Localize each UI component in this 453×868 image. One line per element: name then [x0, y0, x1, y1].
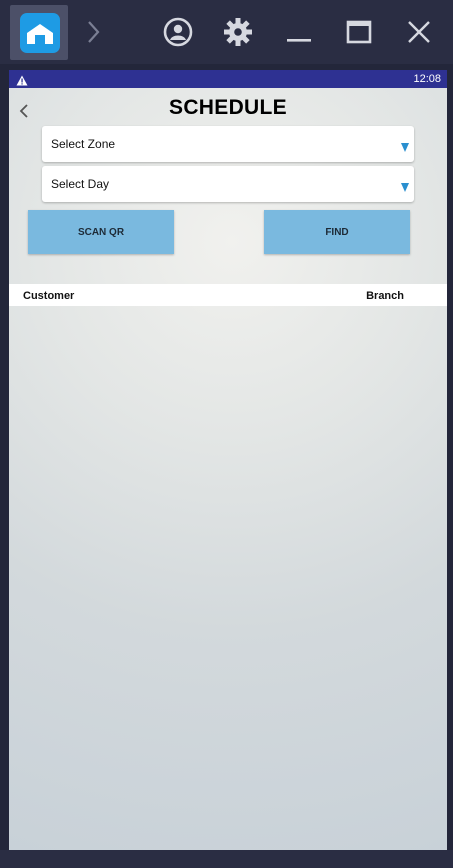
home-icon[interactable]: [20, 13, 60, 53]
dropdown-caret-icon[interactable]: [401, 183, 409, 192]
status-time: 12:08: [413, 73, 441, 85]
gear-icon[interactable]: [222, 14, 254, 50]
home-tab[interactable]: [10, 5, 68, 60]
minimize-icon[interactable]: [284, 14, 316, 50]
zone-select-label: Select Zone: [51, 137, 116, 151]
chevron-right-icon[interactable]: [84, 14, 116, 50]
page-title: SCHEDULE: [169, 96, 287, 119]
close-icon[interactable]: [404, 14, 436, 50]
emulator-bottom-bar: [0, 850, 453, 868]
day-select[interactable]: Select Day: [42, 166, 414, 202]
column-header-customer: Customer: [23, 290, 75, 302]
column-header-branch: Branch: [366, 290, 404, 302]
scan-qr-button[interactable]: SCAN QR: [28, 210, 174, 254]
account-icon[interactable]: [162, 14, 194, 50]
dropdown-caret-icon[interactable]: [401, 143, 409, 152]
find-button[interactable]: FIND: [264, 210, 410, 254]
status-bar: 12:08: [9, 70, 447, 88]
zone-select[interactable]: Select Zone: [42, 126, 414, 162]
app-screen: 12:08 SCHEDULE Select Zone Select Day SC…: [9, 70, 447, 850]
maximize-icon[interactable]: [344, 14, 376, 50]
table-header: Customer Branch: [9, 284, 447, 306]
emulator-toolbar: [0, 0, 453, 64]
warning-icon: [16, 73, 28, 91]
day-select-label: Select Day: [51, 177, 110, 191]
